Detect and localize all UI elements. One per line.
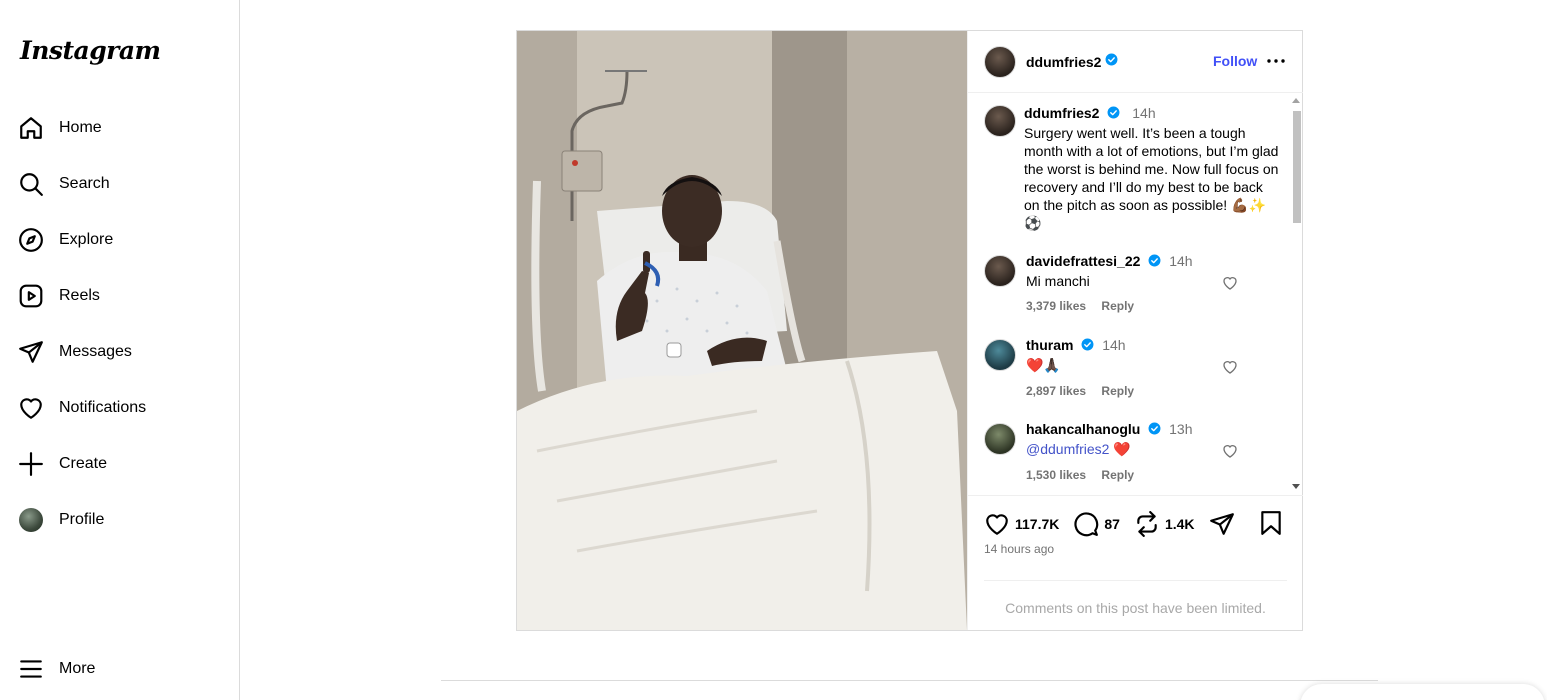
comment-likes[interactable]: 1,530 likes bbox=[1026, 468, 1086, 482]
reply-button[interactable]: Reply bbox=[1101, 384, 1134, 398]
verified-badge-icon bbox=[1081, 338, 1094, 354]
sidebar-item-label: Home bbox=[59, 119, 102, 136]
verified-badge-icon bbox=[1105, 53, 1118, 71]
like-heart-icon[interactable] bbox=[984, 511, 1010, 537]
comments-limited-notice: Comments on this post have been limited. bbox=[1005, 600, 1266, 616]
sidebar-item-create[interactable]: Create bbox=[18, 448, 107, 480]
comment-likes[interactable]: 2,897 likes bbox=[1026, 384, 1086, 398]
comment-likes[interactable]: 3,379 likes bbox=[1026, 299, 1086, 313]
verified-badge-icon bbox=[1148, 254, 1161, 270]
commenter-avatar[interactable] bbox=[984, 339, 1016, 371]
comments-scrollbar[interactable] bbox=[1289, 93, 1303, 493]
sidebar-item-messages[interactable]: Messages bbox=[18, 336, 132, 368]
more-options-icon[interactable] bbox=[1264, 49, 1288, 73]
commenter-username[interactable]: hakancalhanoglu bbox=[1026, 421, 1140, 437]
caption-username[interactable]: ddumfries2 bbox=[1024, 105, 1099, 121]
post-actions: 117.7K 87 1.4K 14 hours ago Comments on … bbox=[968, 495, 1303, 630]
sidebar-item-label: Profile bbox=[59, 511, 105, 528]
sidebar-item-profile[interactable]: Profile bbox=[18, 504, 104, 536]
reply-button[interactable]: Reply bbox=[1101, 468, 1134, 482]
scroll-up-arrow-icon[interactable] bbox=[1292, 98, 1300, 103]
messages-panel-tab[interactable] bbox=[1300, 684, 1545, 700]
sidebar-item-more[interactable]: More bbox=[18, 653, 95, 685]
search-icon bbox=[18, 171, 44, 197]
compass-icon bbox=[18, 227, 44, 253]
like-comment-heart-icon[interactable] bbox=[1222, 443, 1238, 459]
profile-avatar bbox=[18, 507, 44, 533]
comment-text: ❤️🙏🏿 bbox=[1026, 357, 1061, 374]
instagram-logo[interactable]: Instagram bbox=[20, 36, 161, 65]
likes-count[interactable]: 117.7K bbox=[1015, 516, 1059, 532]
caption-body: ddumfries2 14h Surgery went well. It’s b… bbox=[1024, 105, 1279, 232]
comment-text: Mi manchi bbox=[1026, 273, 1090, 290]
sidebar-item-label: Notifications bbox=[59, 399, 147, 416]
sidebar-item-label: Explore bbox=[59, 231, 114, 248]
post-caption: ddumfries2 14h Surgery went well. It’s b… bbox=[984, 105, 1284, 232]
caption-time[interactable]: 14h bbox=[1132, 105, 1155, 121]
author-avatar[interactable] bbox=[984, 45, 1016, 78]
scroll-down-arrow-icon[interactable] bbox=[1292, 484, 1300, 489]
post-modal: ddumfries2 Follow ddumfries2 14h Surgery… bbox=[516, 30, 1303, 631]
scroll-thumb[interactable] bbox=[1293, 111, 1301, 223]
commenter-username[interactable]: thuram bbox=[1026, 337, 1073, 353]
paper-plane-icon bbox=[18, 339, 44, 365]
sidebar-item-reels[interactable]: Reels bbox=[18, 280, 100, 312]
commenter-avatar[interactable] bbox=[984, 255, 1016, 287]
sidebar-item-explore[interactable]: Explore bbox=[18, 224, 113, 256]
comment-text-rest: ❤️ bbox=[1109, 441, 1131, 458]
post-side-panel: ddumfries2 Follow ddumfries2 14h Surgery… bbox=[967, 31, 1303, 630]
reels-icon bbox=[18, 283, 44, 309]
verified-badge-icon bbox=[1148, 422, 1161, 438]
divider bbox=[441, 680, 1378, 681]
divider bbox=[984, 580, 1287, 581]
reposts-count[interactable]: 1.4K bbox=[1165, 516, 1195, 532]
sidebar-item-search[interactable]: Search bbox=[18, 168, 110, 200]
commenter-avatar[interactable] bbox=[984, 423, 1016, 455]
comment-item: davidefrattesi_22 14h Mi manchi 3,379 li… bbox=[984, 253, 1284, 313]
comments-count[interactable]: 87 bbox=[1104, 516, 1120, 532]
reply-button[interactable]: Reply bbox=[1101, 299, 1134, 313]
comment-item: thuram 14h ❤️🙏🏿 2,897 likes Reply bbox=[984, 337, 1284, 398]
heart-icon bbox=[18, 395, 44, 421]
verified-badge-icon bbox=[1107, 106, 1120, 122]
comment-time[interactable]: 14h bbox=[1169, 253, 1192, 269]
caption-avatar[interactable] bbox=[984, 105, 1016, 137]
comment-text: @ddumfries2 ❤️ bbox=[1026, 441, 1246, 458]
like-comment-heart-icon[interactable] bbox=[1222, 359, 1238, 375]
home-icon bbox=[18, 115, 44, 141]
repost-icon[interactable] bbox=[1134, 511, 1160, 537]
sidebar-item-notifications[interactable]: Notifications bbox=[18, 392, 146, 424]
sidebar-item-label: Search bbox=[59, 175, 110, 192]
caption-text: Surgery went well. It’s been a tough mon… bbox=[1024, 125, 1279, 232]
sidebar: Instagram Home Search Explore Reels Mess… bbox=[0, 0, 240, 700]
post-photo[interactable] bbox=[517, 31, 967, 630]
hamburger-menu-icon bbox=[18, 656, 44, 682]
comment-time[interactable]: 13h bbox=[1169, 421, 1192, 437]
comments-list[interactable]: ddumfries2 14h Surgery went well. It’s b… bbox=[968, 93, 1303, 495]
save-bookmark-icon[interactable] bbox=[1258, 510, 1284, 536]
like-comment-heart-icon[interactable] bbox=[1222, 275, 1238, 291]
sidebar-item-label: Reels bbox=[59, 287, 100, 304]
post-photo-image bbox=[517, 31, 967, 630]
comment-time[interactable]: 14h bbox=[1102, 337, 1125, 353]
share-paper-plane-icon[interactable] bbox=[1209, 511, 1235, 537]
sidebar-item-label: Messages bbox=[59, 343, 132, 360]
author-username[interactable]: ddumfries2 bbox=[1026, 54, 1101, 70]
comment-bubble-icon[interactable] bbox=[1073, 511, 1099, 537]
mention-link[interactable]: @ddumfries2 bbox=[1026, 441, 1109, 457]
sidebar-item-label: More bbox=[59, 660, 96, 677]
follow-button[interactable]: Follow bbox=[1213, 53, 1257, 69]
sidebar-item-label: Create bbox=[59, 455, 108, 472]
commenter-username[interactable]: davidefrattesi_22 bbox=[1026, 253, 1140, 269]
post-header: ddumfries2 Follow bbox=[968, 31, 1303, 93]
post-timestamp[interactable]: 14 hours ago bbox=[984, 542, 1054, 556]
sidebar-item-home[interactable]: Home bbox=[18, 112, 102, 144]
plus-icon bbox=[18, 451, 44, 477]
comment-item: hakancalhanoglu 13h @ddumfries2 ❤️ 1,530… bbox=[984, 421, 1284, 482]
